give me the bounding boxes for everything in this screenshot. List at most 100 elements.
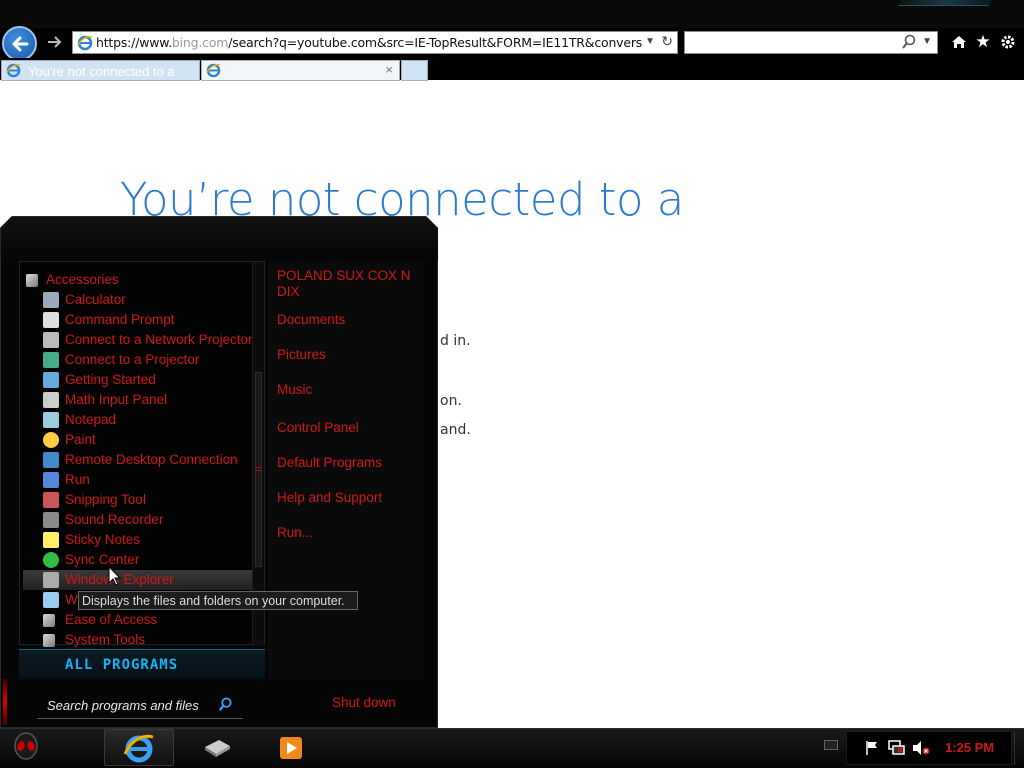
tab-not-connected[interactable]: You're not connected to a <box>1 60 200 81</box>
browser-search-input[interactable]: ▼ <box>684 31 938 54</box>
program-label: Getting Started <box>65 372 156 387</box>
favorites-star-icon[interactable]: ★ <box>972 31 994 53</box>
program-item[interactable]: Windows Explorer <box>23 570 253 590</box>
mouse-cursor-icon <box>108 566 122 586</box>
network-icon[interactable] <box>888 740 906 756</box>
start-search-placeholder: Search programs and files <box>47 698 199 713</box>
keyboard-icon[interactable] <box>824 740 838 750</box>
programs-scrollbar[interactable] <box>252 262 264 646</box>
internet-explorer-icon <box>123 734 154 762</box>
math-input-icon <box>43 392 59 408</box>
taskbar-clock[interactable]: 1:25 PM <box>945 740 994 755</box>
titlebar-decoration <box>898 0 992 6</box>
run-link[interactable]: Run... <box>277 525 417 541</box>
action-center-flag-icon[interactable] <box>864 740 880 756</box>
program-label: System Tools <box>65 632 146 647</box>
forward-arrow-icon <box>48 36 62 48</box>
browser-titlebar <box>0 0 1024 28</box>
calculator-icon <box>43 292 59 308</box>
program-item[interactable]: Math Input Panel <box>23 390 253 410</box>
search-dropdown-icon[interactable]: ▼ <box>922 36 932 47</box>
program-label: Math Input Panel <box>65 392 168 407</box>
run-icon <box>43 472 59 488</box>
text-fragment: d in. <box>440 333 471 349</box>
program-item[interactable]: Connect to a Projector <box>23 350 253 370</box>
default-programs-link[interactable]: Default Programs <box>277 455 417 471</box>
shutdown-button[interactable]: Shut down <box>332 695 396 710</box>
media-player-icon <box>280 736 302 759</box>
search-icon[interactable] <box>901 34 917 50</box>
text-fragment: and. <box>440 422 471 438</box>
start-orb-button[interactable] <box>6 729 46 767</box>
program-item[interactable]: Ease of Access <box>23 610 253 630</box>
program-item[interactable]: Run <box>23 470 253 490</box>
help-and-support-link[interactable]: Help and Support <box>277 490 417 506</box>
wordpad-icon <box>43 592 59 608</box>
start-search-input[interactable]: Search programs and files <box>37 695 243 719</box>
program-label: Sound Recorder <box>65 512 164 527</box>
volume-muted-icon[interactable] <box>912 740 930 756</box>
address-dropdown-icon[interactable]: ▼ <box>645 36 655 47</box>
control-panel-link[interactable]: Control Panel <box>277 420 417 436</box>
program-label: Calculator <box>65 292 126 307</box>
program-item[interactable]: Accessories <box>24 270 254 290</box>
home-icon[interactable] <box>948 31 970 53</box>
program-item[interactable]: Paint <box>23 430 253 450</box>
paint-icon <box>43 432 59 448</box>
all-programs-button[interactable]: ALL PROGRAMS <box>19 649 265 679</box>
taskbar-explorer-button[interactable] <box>182 729 252 766</box>
program-item[interactable]: Getting Started <box>23 370 253 390</box>
back-arrow-icon <box>12 36 28 51</box>
program-label: Ease of Access <box>65 612 158 627</box>
program-label: Snipping Tool <box>65 492 146 507</box>
tab-loading[interactable]: × <box>201 60 400 81</box>
program-label: Run <box>65 472 90 487</box>
program-label: Remote Desktop Connection <box>65 452 238 467</box>
program-item[interactable]: Command Prompt <box>23 310 253 330</box>
program-item[interactable]: Notepad <box>23 410 253 430</box>
network-projector-icon <box>43 332 59 348</box>
cmd-icon <box>43 312 59 328</box>
start-menu-right-pane: POLAND SUX COX N DIX Documents Pictures … <box>268 261 424 681</box>
program-label: Sync Center <box>65 552 140 567</box>
snipping-tool-icon <box>43 492 59 508</box>
search-icon[interactable] <box>218 697 233 712</box>
program-item[interactable]: Calculator <box>23 290 253 310</box>
sticky-notes-icon <box>43 532 59 548</box>
program-label: Accessories <box>46 272 119 287</box>
address-bar[interactable]: https://www.bing.com/search?q=youtube.co… <box>72 31 678 54</box>
program-item[interactable]: Sound Recorder <box>23 510 253 530</box>
program-label: Connect to a Network Projector <box>65 332 253 347</box>
music-link[interactable]: Music <box>277 382 417 398</box>
notepad-icon <box>43 412 59 428</box>
ie-favicon-icon <box>206 63 221 78</box>
tooltip: Displays the files and folders on your c… <box>78 591 358 610</box>
program-item[interactable]: Remote Desktop Connection <box>23 450 253 470</box>
back-button[interactable] <box>2 26 37 61</box>
scrollbar-grip <box>255 467 262 471</box>
taskbar-ie-button[interactable] <box>104 729 174 766</box>
program-item[interactable]: Connect to a Network Projector <box>23 330 253 350</box>
show-desktop-button[interactable] <box>1014 731 1022 765</box>
user-name-link[interactable]: POLAND SUX COX N DIX <box>277 268 417 300</box>
program-label: Sticky Notes <box>65 532 141 547</box>
program-label: Command Prompt <box>65 312 175 327</box>
microphone-icon <box>43 512 59 528</box>
program-item[interactable]: Snipping Tool <box>23 490 253 510</box>
forward-button[interactable] <box>44 32 66 52</box>
pictures-link[interactable]: Pictures <box>277 347 417 363</box>
program-item[interactable]: Sync Center <box>23 550 253 570</box>
close-tab-icon[interactable]: × <box>385 62 393 77</box>
program-item[interactable]: System Tools <box>23 630 253 650</box>
refresh-icon[interactable]: ↻ <box>661 33 673 50</box>
settings-gear-icon[interactable] <box>997 31 1019 53</box>
program-item[interactable]: Sticky Notes <box>23 530 253 550</box>
getting-started-icon <box>43 372 59 388</box>
ie-favicon-icon <box>77 35 93 51</box>
tab-title: You're not connected to a <box>28 64 175 79</box>
folder-icon <box>26 274 38 287</box>
new-tab-button[interactable] <box>401 60 428 81</box>
documents-link[interactable]: Documents <box>277 312 417 328</box>
folder-icon <box>43 614 55 627</box>
taskbar-media-player-button[interactable] <box>256 729 326 766</box>
